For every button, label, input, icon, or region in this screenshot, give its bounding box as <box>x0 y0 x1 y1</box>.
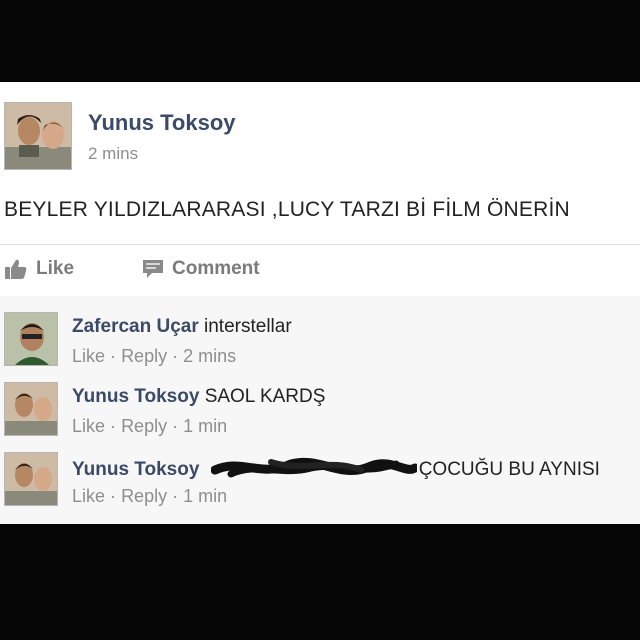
post-header: Yunus Toksoy 2 mins <box>4 102 634 174</box>
separator: · <box>110 486 117 506</box>
comment-icon <box>142 259 164 279</box>
like-button[interactable]: Like <box>4 258 74 280</box>
comment-time[interactable]: 2 mins <box>183 346 236 366</box>
comment-reply-link[interactable]: Reply <box>121 346 167 366</box>
comment: Zafercan Uçar interstellar Like · Reply … <box>0 312 640 378</box>
comment-meta: Like · Reply · 1 min <box>72 416 227 437</box>
separator: · <box>172 346 179 366</box>
comment-author[interactable]: Zafercan Uçar <box>72 316 199 337</box>
post-text: BEYLER YILDIZLARARASI ,LUCY TARZI Bİ FİL… <box>4 198 570 221</box>
comment-like-link[interactable]: Like <box>72 346 105 366</box>
comment: Yunus Toksoy SAOL KARDŞ Like · Reply · 1… <box>0 382 640 448</box>
comment-reply-link[interactable]: Reply <box>121 416 167 436</box>
comment-text: ÇOCUĞU BU AYNISI <box>418 459 600 480</box>
separator: · <box>172 486 179 506</box>
separator: · <box>110 346 117 366</box>
comment-line: Yunus Toksoy SAOL KARDŞ <box>72 386 325 408</box>
commenter-avatar[interactable] <box>4 382 58 436</box>
comment-meta: Like · Reply · 2 mins <box>72 346 236 367</box>
comment-line: Zafercan Uçar interstellar <box>72 316 292 338</box>
comment-reply-link[interactable]: Reply <box>121 486 167 506</box>
comment-button[interactable]: Comment <box>142 258 260 280</box>
commenter-avatar[interactable] <box>4 452 58 506</box>
comment-line: Yunus Toksoy ÇOCUĞU BU AYNISI <box>72 456 600 481</box>
author-avatar[interactable] <box>4 102 72 170</box>
comment-text: interstellar <box>204 316 292 337</box>
comment-text: SAOL KARDŞ <box>204 386 326 407</box>
post-card: Yunus Toksoy 2 mins BEYLER YILDIZLARARAS… <box>0 82 640 524</box>
comment-like-link[interactable]: Like <box>72 416 105 436</box>
comment-author[interactable]: Yunus Toksoy <box>72 459 199 480</box>
like-label: Like <box>36 258 75 279</box>
scribbled-redaction <box>210 456 420 480</box>
comments-list: Zafercan Uçar interstellar Like · Reply … <box>0 296 640 524</box>
separator: · <box>110 416 117 436</box>
comment-like-link[interactable]: Like <box>72 486 105 506</box>
comment-meta: Like · Reply · 1 min <box>72 486 227 507</box>
comment-time[interactable]: 1 min <box>183 416 227 436</box>
separator: · <box>172 416 179 436</box>
divider <box>0 244 640 245</box>
comment-author[interactable]: Yunus Toksoy <box>72 386 199 407</box>
comment-label: Comment <box>172 258 260 279</box>
commenter-avatar[interactable] <box>4 312 58 366</box>
post-author-name[interactable]: Yunus Toksoy <box>88 110 236 136</box>
comment-time[interactable]: 1 min <box>183 486 227 506</box>
post-timestamp[interactable]: 2 mins <box>88 144 138 164</box>
comment: Yunus Toksoy ÇOCUĞU BU AYNISI Like · Rep… <box>0 452 640 518</box>
thumbs-up-icon <box>4 258 28 280</box>
